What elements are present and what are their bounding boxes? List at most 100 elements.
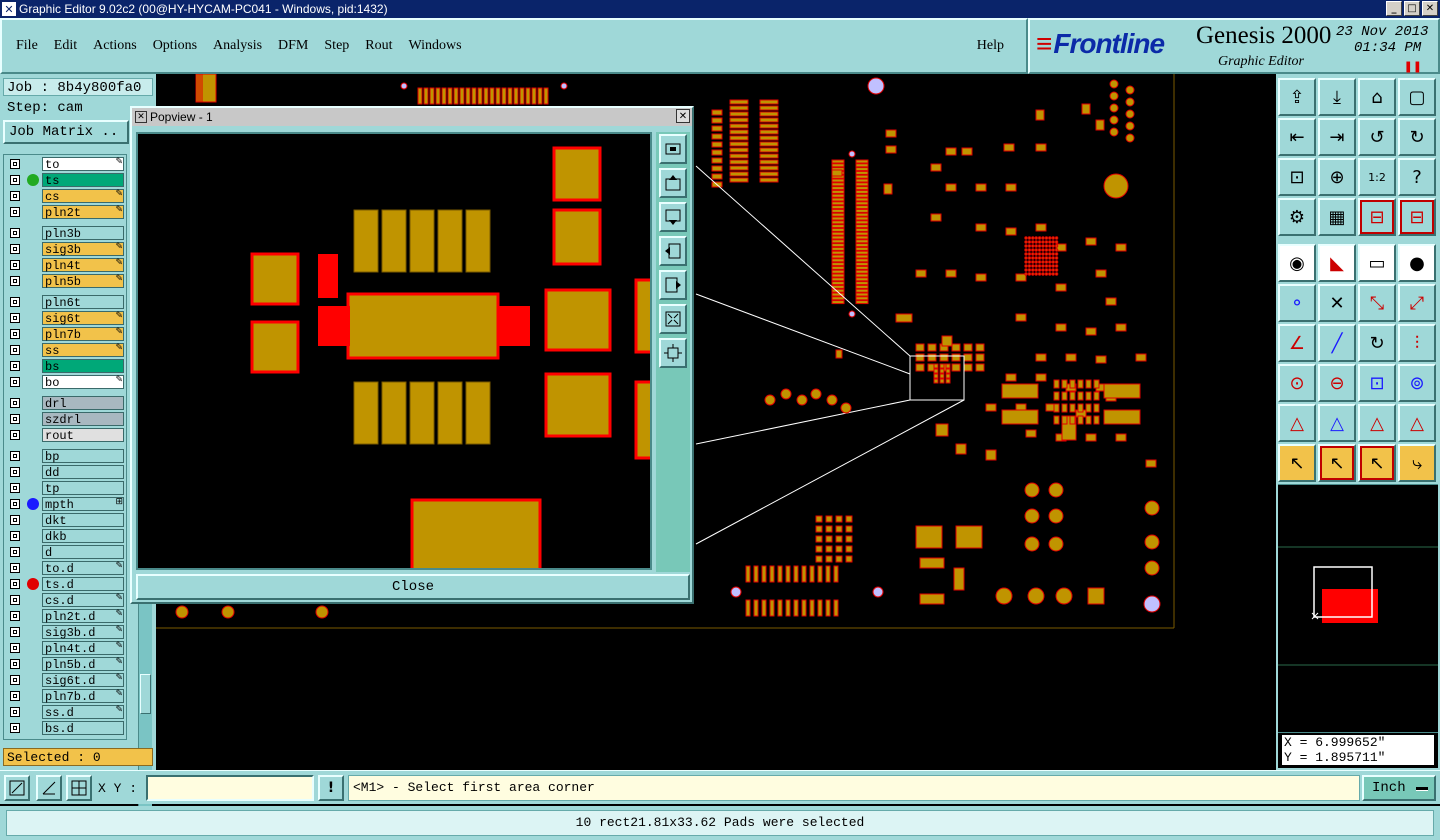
- layer-row[interactable]: ts.d: [4, 577, 126, 592]
- layer-checkbox[interactable]: [10, 329, 20, 339]
- feature-select-icon[interactable]: ◉: [1278, 244, 1316, 282]
- zoom-in-icon[interactable]: [659, 304, 687, 334]
- zoom-out-icon[interactable]: [659, 338, 687, 368]
- layer-row[interactable]: sig6t.d ✎: [4, 673, 126, 688]
- layer-name[interactable]: pln4t.d: [42, 641, 124, 656]
- layer-row[interactable]: szdrl: [4, 412, 126, 427]
- layer-name[interactable]: dkt: [42, 513, 124, 528]
- alert-icon[interactable]: !: [318, 775, 344, 801]
- layer-row[interactable]: pln4t.d ✎: [4, 641, 126, 656]
- layer-checkbox[interactable]: [10, 451, 20, 461]
- triangle-d-icon[interactable]: △: [1398, 404, 1436, 442]
- layer-checkbox[interactable]: [10, 595, 20, 605]
- layer-name[interactable]: pln5b.d: [42, 657, 124, 672]
- layer-checkbox[interactable]: [10, 297, 20, 307]
- layer-row[interactable]: pln3b: [4, 226, 126, 241]
- layer-name[interactable]: pln2t: [42, 205, 124, 220]
- layer-row[interactable]: pln5b.d ✎: [4, 657, 126, 672]
- layer-name[interactable]: mpth: [42, 497, 124, 512]
- split-icon[interactable]: ⊖: [1318, 364, 1356, 402]
- layer-checkbox[interactable]: [10, 207, 20, 217]
- layer-name[interactable]: sig6t.d: [42, 673, 124, 688]
- measure-pad-icon[interactable]: ⊙: [1278, 364, 1316, 402]
- layer-checkbox[interactable]: [10, 260, 20, 270]
- layer-row[interactable]: pln5b ✎: [4, 274, 126, 289]
- grid-icon[interactable]: [66, 775, 92, 801]
- layer-name[interactable]: ss.d: [42, 705, 124, 720]
- layer-row[interactable]: tp: [4, 481, 126, 496]
- layer-checkbox[interactable]: [10, 659, 20, 669]
- pointer-icon[interactable]: ↖: [1278, 444, 1316, 482]
- layer-row[interactable]: rout: [4, 428, 126, 443]
- layer-name[interactable]: szdrl: [42, 412, 124, 427]
- snap-icon[interactable]: [4, 775, 30, 801]
- layer-row[interactable]: pln7b.d ✎: [4, 689, 126, 704]
- layer-name[interactable]: ts: [42, 173, 124, 188]
- triangle-icon[interactable]: △: [1278, 404, 1316, 442]
- layer-checkbox[interactable]: [10, 414, 20, 424]
- layer-checkbox[interactable]: [10, 175, 20, 185]
- layer-checkbox[interactable]: [10, 313, 20, 323]
- layer-row[interactable]: pln6t: [4, 295, 126, 310]
- layer-checkbox[interactable]: [10, 244, 20, 254]
- select-box-icon[interactable]: ↖: [1318, 444, 1356, 482]
- pan-right-icon[interactable]: [659, 270, 687, 300]
- house-icon[interactable]: ⌂: [1358, 78, 1396, 116]
- layer-row[interactable]: ts: [4, 173, 126, 188]
- layer-name[interactable]: ts.d: [42, 577, 124, 592]
- layer-checkbox[interactable]: [10, 611, 20, 621]
- triangle-c-icon[interactable]: △: [1358, 404, 1396, 442]
- grid-view-icon[interactable]: ▦: [1318, 198, 1356, 236]
- layer-name[interactable]: pln4t: [42, 258, 124, 273]
- layer-row[interactable]: pln2t ✎: [4, 205, 126, 220]
- pan-down-icon[interactable]: [659, 202, 687, 232]
- scale-1-2-icon[interactable]: 1:2: [1358, 158, 1396, 196]
- layer-row[interactable]: mpth ⊞: [4, 497, 126, 512]
- layer-checkbox[interactable]: [10, 467, 20, 477]
- layer-row[interactable]: d: [4, 545, 126, 560]
- layer-row[interactable]: sig3b ✎: [4, 242, 126, 257]
- layer-checkbox[interactable]: [10, 398, 20, 408]
- layer-checkbox[interactable]: [10, 345, 20, 355]
- layer-name[interactable]: to: [42, 157, 124, 172]
- layer-name[interactable]: sig3b: [42, 242, 124, 257]
- layer-name[interactable]: pln2t.d: [42, 609, 124, 624]
- connect-icon[interactable]: ⤡: [1358, 284, 1396, 322]
- route-icon[interactable]: ⤷: [1398, 444, 1436, 482]
- layer-name[interactable]: tp: [42, 481, 124, 496]
- pad-icon[interactable]: ●: [1398, 244, 1436, 282]
- layer-row[interactable]: bp: [4, 449, 126, 464]
- maximize-button[interactable]: □: [1404, 1, 1420, 16]
- menu-actions[interactable]: Actions: [85, 38, 145, 54]
- layer-row[interactable]: ss ✎: [4, 343, 126, 358]
- layer-checkbox[interactable]: [10, 515, 20, 525]
- menu-help[interactable]: Help: [969, 38, 1012, 54]
- net-icon[interactable]: ⚬: [1278, 284, 1316, 322]
- layer-name[interactable]: bs: [42, 359, 124, 374]
- layer-row[interactable]: cs.d ✎: [4, 593, 126, 608]
- layer-checkbox[interactable]: [10, 675, 20, 685]
- triangle-b-icon[interactable]: △: [1318, 404, 1356, 442]
- menu-dfm[interactable]: DFM: [270, 38, 316, 54]
- layer-checkbox[interactable]: [10, 547, 20, 557]
- menu-step[interactable]: Step: [316, 38, 357, 54]
- layer-name[interactable]: sig6t: [42, 311, 124, 326]
- copy-icon[interactable]: ⊚: [1398, 364, 1436, 402]
- layer-checkbox[interactable]: [10, 361, 20, 371]
- layer-name[interactable]: bo: [42, 375, 124, 390]
- layer-checkbox[interactable]: [10, 707, 20, 717]
- layer-name[interactable]: drl: [42, 396, 124, 411]
- layer-checkbox[interactable]: [10, 643, 20, 653]
- layer-checkbox[interactable]: [10, 377, 20, 387]
- layer-name[interactable]: pln5b: [42, 274, 124, 289]
- layer-row[interactable]: to.d ✎: [4, 561, 126, 576]
- layer-checkbox[interactable]: [10, 691, 20, 701]
- scrollbar-thumb[interactable]: [140, 674, 151, 714]
- layer-name[interactable]: to.d: [42, 561, 124, 576]
- redraw-icon[interactable]: ↻: [1398, 118, 1436, 156]
- properties-icon[interactable]: ⚙: [1278, 198, 1316, 236]
- layers-b-icon[interactable]: ⊟: [1398, 198, 1436, 236]
- menu-edit[interactable]: Edit: [46, 38, 85, 54]
- layer-name[interactable]: bs.d: [42, 721, 124, 736]
- arc-icon[interactable]: ↻: [1358, 324, 1396, 362]
